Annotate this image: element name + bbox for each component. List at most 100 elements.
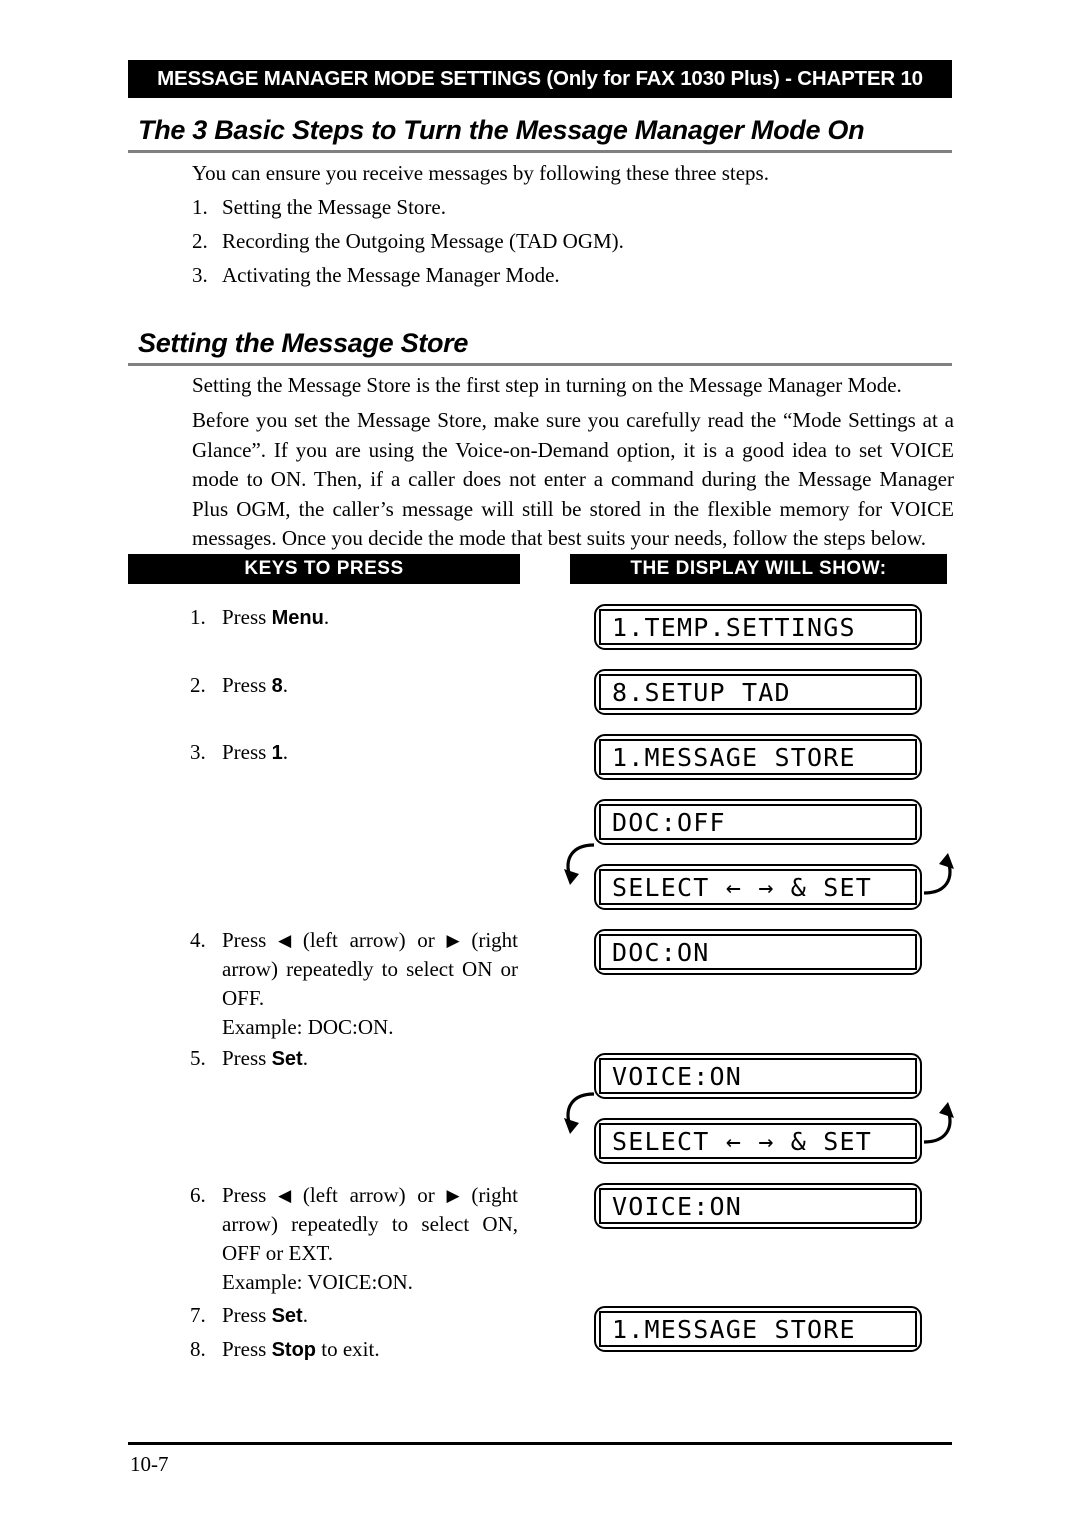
intro-step-1-text: Setting the Message Store.	[222, 195, 446, 219]
key-step-5-number: 5.	[190, 1046, 206, 1070]
intro-step-3-number: 3.	[192, 263, 208, 287]
intro-step-2-number: 2.	[192, 229, 208, 253]
lcd-screen: 8.SETUP TAD	[594, 669, 922, 715]
lcd-screen: VOICE:ON	[594, 1053, 922, 1099]
intro-step-2: 2. Recording the Outgoing Message (TAD OG…	[192, 227, 932, 256]
key-step-4-pre: Press	[222, 928, 279, 952]
keys-to-press-header: KEYS TO PRESS	[128, 554, 520, 584]
section-title-rule	[128, 363, 952, 366]
footer-page-number: 10-7	[130, 1452, 169, 1476]
intro-lead-text: You can ensure you receive messages by f…	[192, 161, 769, 185]
left-arrow-icon: ◀	[278, 1186, 292, 1206]
key-step-4: 4. Press ◀ (left arrow) or ▶ (right arro…	[190, 926, 518, 1042]
key-step-8-key: Stop	[271, 1339, 317, 1361]
key-step-2-pre: Press	[222, 673, 272, 697]
lcd-screen: DOC:ON	[594, 929, 922, 975]
lcd-text: DOC:ON	[612, 937, 710, 967]
key-step-3-number: 3.	[190, 740, 206, 764]
key-step-3: 3. Press 1.	[190, 738, 288, 768]
key-step-1-text: Press Menu.	[222, 603, 329, 633]
lcd-screen: 1.MESSAGE STORE	[594, 1306, 922, 1352]
lcd-text: SELECT ← → & SET	[612, 872, 873, 902]
display-will-show-header: THE DISPLAY WILL SHOW:	[570, 554, 947, 584]
intro-step-1: 1. Setting the Message Store.	[192, 193, 932, 222]
page-title-rule	[128, 150, 952, 153]
lcd-bezel: SELECT ← → & SET	[599, 869, 917, 905]
right-arrow-icon: ▶	[446, 1186, 460, 1206]
key-step-7-key: Set	[271, 1305, 303, 1327]
key-step-1-number: 1.	[190, 605, 206, 629]
lcd-text: SELECT ← → & SET	[612, 1126, 873, 1156]
key-step-5-text: Press Set.	[222, 1044, 308, 1074]
key-step-6-text: Press ◀ (left arrow) or ▶ (right arrow) …	[222, 1181, 518, 1297]
key-step-5-key: Set	[271, 1048, 303, 1070]
key-step-7-post: .	[302, 1303, 308, 1327]
lcd-text: 8.SETUP TAD	[612, 677, 791, 707]
key-step-8-text: Press Stop to exit.	[222, 1335, 380, 1365]
lcd-bezel: 1.TEMP.SETTINGS	[599, 609, 917, 645]
intro-step-3: 3. Activating the Message Manager Mode.	[192, 261, 932, 290]
lcd-bezel: 1.MESSAGE STORE	[599, 739, 917, 775]
lcd-screen: 1.MESSAGE STORE	[594, 734, 922, 780]
key-step-4-mid: (left arrow) or	[291, 928, 447, 952]
key-step-3-pre: Press	[222, 740, 272, 764]
key-step-7: 7. Press Set.	[190, 1301, 308, 1331]
lcd-bezel: VOICE:ON	[599, 1058, 917, 1094]
key-step-6-example: Example: VOICE:ON.	[222, 1270, 413, 1294]
lcd-screen: SELECT ← → & SET	[594, 864, 922, 910]
key-step-7-number: 7.	[190, 1303, 206, 1327]
key-step-6: 6. Press ◀ (left arrow) or ▶ (right arro…	[190, 1181, 518, 1297]
key-step-7-pre: Press	[222, 1303, 272, 1327]
store-paragraph: Before you set the Message Store, make s…	[192, 408, 954, 550]
key-step-6-mid: (left arrow) or	[291, 1183, 447, 1207]
key-step-1-post: .	[323, 605, 330, 629]
lcd-screen: 1.TEMP.SETTINGS	[594, 604, 922, 650]
key-step-8: 8. Press Stop to exit.	[190, 1335, 380, 1365]
lcd-screen: SELECT ← → & SET	[594, 1118, 922, 1164]
left-arrow-icon: ◀	[278, 931, 292, 951]
key-step-8-pre: Press	[222, 1337, 272, 1361]
key-step-1-pre: Press	[222, 605, 272, 629]
key-step-2-post: .	[282, 673, 288, 697]
section-title-message-store: Setting the Message Store	[138, 328, 469, 358]
lcd-bezel: DOC:OFF	[599, 804, 917, 840]
intro-step-3-text: Activating the Message Manager Mode.	[222, 263, 560, 287]
key-step-6-number: 6.	[190, 1183, 206, 1207]
key-step-7-text: Press Set.	[222, 1301, 308, 1331]
display-will-show-header-text: THE DISPLAY WILL SHOW:	[630, 558, 887, 579]
key-step-4-text: Press ◀ (left arrow) or ▶ (right arrow) …	[222, 926, 518, 1042]
key-step-3-post: .	[282, 740, 288, 764]
intro-step-1-number: 1.	[192, 195, 208, 219]
document-page: MESSAGE MANAGER MODE SETTINGS (Only for …	[0, 0, 1080, 1526]
lcd-text: 1.TEMP.SETTINGS	[612, 612, 856, 642]
lcd-bezel: DOC:ON	[599, 934, 917, 970]
lcd-text: VOICE:ON	[612, 1061, 743, 1091]
key-step-8-post: to exit.	[316, 1337, 380, 1361]
key-step-5: 5. Press Set.	[190, 1044, 308, 1074]
key-step-2: 2. Press 8.	[190, 671, 288, 701]
lcd-text: DOC:OFF	[612, 807, 726, 837]
lcd-bezel: 8.SETUP TAD	[599, 674, 917, 710]
key-step-2-key: 8	[271, 675, 283, 697]
key-step-5-post: .	[302, 1046, 308, 1070]
footer-rule	[128, 1442, 952, 1445]
intro-step-2-text: Recording the Outgoing Message (TAD OGM)…	[222, 229, 624, 253]
key-step-5-pre: Press	[222, 1046, 272, 1070]
page-title: The 3 Basic Steps to Turn the Message Ma…	[138, 115, 865, 145]
key-step-2-number: 2.	[190, 673, 206, 697]
keys-to-press-header-text: KEYS TO PRESS	[244, 558, 404, 579]
key-step-4-example: Example: DOC:ON.	[222, 1015, 394, 1039]
lcd-text: 1.MESSAGE STORE	[612, 1314, 856, 1344]
chapter-banner: MESSAGE MANAGER MODE SETTINGS (Only for …	[128, 60, 952, 98]
lcd-bezel: SELECT ← → & SET	[599, 1123, 917, 1159]
key-step-1-key: Menu	[271, 607, 324, 629]
lcd-bezel: VOICE:ON	[599, 1188, 917, 1224]
loop-arrow-up-right-icon	[923, 1102, 954, 1144]
chapter-banner-text: MESSAGE MANAGER MODE SETTINGS (Only for …	[157, 67, 923, 90]
key-step-1: 1. Press Menu.	[190, 603, 329, 633]
lcd-text: 1.MESSAGE STORE	[612, 742, 856, 772]
lcd-bezel: 1.MESSAGE STORE	[599, 1311, 917, 1347]
loop-arrow-up-right-icon	[923, 853, 954, 895]
key-step-4-number: 4.	[190, 928, 206, 952]
lcd-screen: DOC:OFF	[594, 799, 922, 845]
